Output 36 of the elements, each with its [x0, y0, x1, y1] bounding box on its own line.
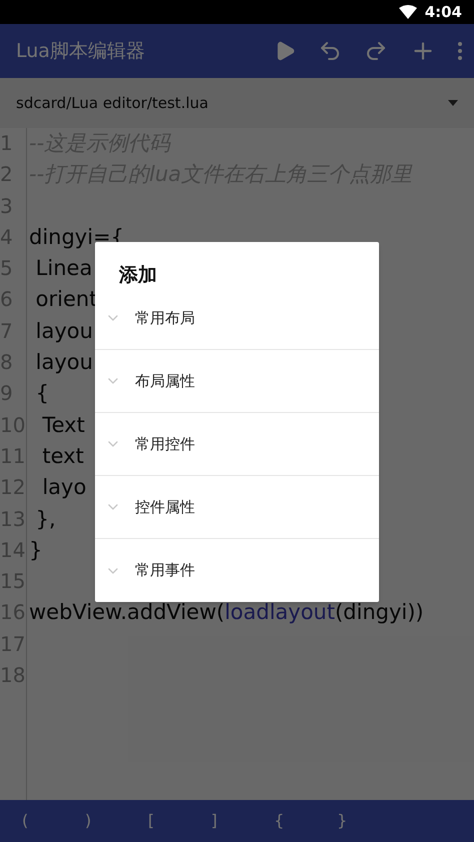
symbol-key[interactable]: ]: [211, 809, 274, 833]
symbol-key[interactable]: {: [274, 809, 337, 833]
dropdown-arrow-icon: [448, 100, 458, 106]
undo-button[interactable]: [318, 39, 342, 63]
category-item[interactable]: 控件属性: [95, 476, 379, 539]
file-path-dropdown[interactable]: sdcard/Lua editor/test.lua: [0, 78, 474, 128]
category-item[interactable]: 常用控件: [95, 413, 379, 476]
dialog-title: 添加: [119, 263, 157, 287]
code-line: dingyi={: [29, 224, 124, 251]
category-item[interactable]: 布局属性: [95, 350, 379, 413]
code-line: {: [34, 380, 50, 408]
symbol-key[interactable]: (: [22, 809, 85, 833]
redo-icon: [364, 39, 388, 63]
code-line: layou: [34, 349, 93, 376]
category-item[interactable]: 常用布局: [95, 287, 379, 350]
clock-time: 4:04: [424, 2, 462, 23]
undo-icon: [318, 39, 342, 63]
code-line: text: [41, 442, 84, 470]
code-line: layo: [41, 474, 86, 502]
code-line: orient: [34, 286, 98, 314]
code-line: webView.addView(loadlayout(dingyi)): [29, 599, 424, 626]
symbol-key[interactable]: ): [85, 809, 148, 833]
redo-button[interactable]: [364, 39, 388, 63]
symbol-key[interactable]: [: [148, 809, 211, 833]
code-line: }: [29, 536, 42, 564]
code-line: layou: [34, 318, 93, 345]
category-item[interactable]: 常用事件: [95, 539, 379, 602]
more-menu-button[interactable]: [458, 42, 462, 60]
wifi-icon: [398, 5, 417, 19]
app-title: Lua脚本编辑器: [16, 38, 146, 64]
symbol-key[interactable]: }: [337, 809, 400, 833]
code-line: Linea: [34, 255, 92, 282]
more-icon: [458, 42, 462, 60]
code-line: Text: [41, 412, 85, 439]
file-path: sdcard/Lua editor/test.lua: [16, 92, 210, 114]
code-line: },: [34, 506, 56, 533]
